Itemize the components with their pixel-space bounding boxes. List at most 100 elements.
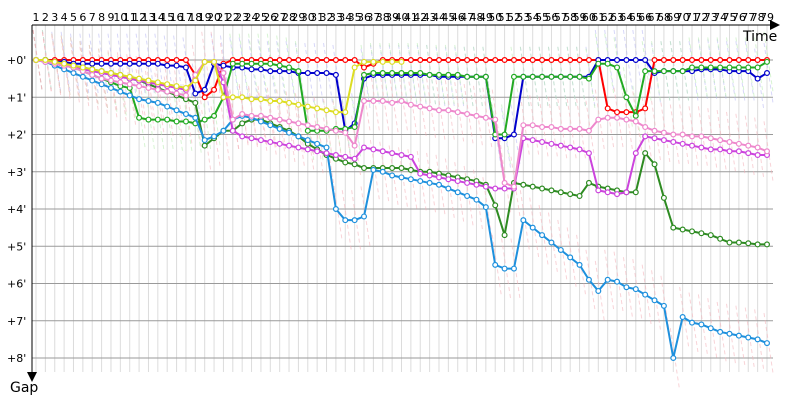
data-point: [763, 70, 770, 77]
data-point: [501, 265, 508, 272]
data-point: [464, 192, 471, 199]
data-point: [370, 58, 377, 65]
data-point: [595, 60, 602, 67]
data-point: [576, 125, 583, 132]
data-point: [70, 70, 77, 77]
data-point: [154, 99, 161, 106]
data-point: [464, 56, 471, 63]
data-point: [754, 151, 761, 158]
data-point: [398, 151, 405, 158]
data-point: [754, 336, 761, 343]
data-point: [642, 150, 649, 157]
data-point: [323, 125, 330, 132]
data-point: [707, 146, 714, 153]
data-point: [482, 114, 489, 121]
data-point: [332, 206, 339, 213]
data-point: [201, 58, 208, 65]
data-point: [370, 146, 377, 153]
data-point: [642, 105, 649, 112]
data-point: [623, 109, 630, 116]
data-point: [614, 56, 621, 63]
data-point: [267, 68, 274, 75]
data-point: [417, 56, 424, 63]
data-point: [154, 79, 161, 86]
data-point: [492, 56, 499, 63]
data-point: [670, 68, 677, 75]
data-point: [220, 62, 227, 69]
data-point: [201, 94, 208, 101]
y-tick-label: +8': [7, 352, 26, 365]
data-point: [735, 148, 742, 155]
data-point: [660, 302, 667, 309]
data-point: [501, 179, 508, 186]
data-point: [117, 71, 124, 78]
data-point: [164, 62, 171, 69]
data-point: [145, 60, 152, 67]
x-tick-label: 4: [61, 11, 68, 24]
y-tick-label: +5': [7, 240, 26, 253]
data-point: [567, 144, 574, 151]
data-point: [632, 118, 639, 125]
data-point: [707, 135, 714, 142]
data-point: [379, 58, 386, 65]
data-point: [510, 183, 517, 190]
data-point: [257, 137, 264, 144]
data-point: [229, 94, 236, 101]
data-point: [89, 60, 96, 67]
data-point: [567, 254, 574, 261]
data-point: [445, 176, 452, 183]
data-point: [276, 68, 283, 75]
data-point: [417, 70, 424, 77]
data-point: [70, 62, 77, 69]
data-point: [642, 68, 649, 75]
data-point: [314, 148, 321, 155]
data-point: [407, 153, 414, 160]
data-point: [698, 56, 705, 63]
data-point: [454, 56, 461, 63]
data-point: [632, 112, 639, 119]
data-point: [726, 239, 733, 246]
data-point: [126, 73, 133, 80]
data-point: [295, 144, 302, 151]
x-tick-label: 3: [51, 11, 58, 24]
data-point: [407, 166, 414, 173]
data-point: [763, 340, 770, 347]
data-point: [492, 261, 499, 268]
data-point: [689, 64, 696, 71]
data-point: [445, 71, 452, 78]
data-point: [473, 112, 480, 119]
data-point: [614, 191, 621, 198]
data-point: [464, 73, 471, 80]
data-point: [660, 137, 667, 144]
data-point: [267, 114, 274, 121]
data-point: [361, 58, 368, 65]
data-point: [267, 60, 274, 67]
data-point: [201, 137, 208, 144]
data-point: [248, 112, 255, 119]
data-point: [98, 75, 105, 82]
data-point: [548, 124, 555, 131]
data-point: [548, 56, 555, 63]
data-point: [276, 56, 283, 63]
y-tick-label: +3': [7, 166, 26, 179]
data-point: [426, 71, 433, 78]
data-point: [379, 148, 386, 155]
data-point: [745, 150, 752, 157]
data-point: [89, 66, 96, 73]
data-point: [154, 60, 161, 67]
data-point: [304, 70, 311, 77]
y-tick-label: +4': [7, 203, 26, 216]
data-point: [323, 150, 330, 157]
data-point: [126, 81, 133, 88]
data-point: [211, 86, 218, 93]
data-point: [407, 70, 414, 77]
data-point: [164, 88, 171, 95]
data-point: [679, 140, 686, 147]
data-point: [445, 107, 452, 114]
data-point: [229, 127, 236, 134]
data-point: [604, 276, 611, 283]
data-point: [239, 94, 246, 101]
data-point: [642, 291, 649, 298]
data-point: [136, 114, 143, 121]
data-point: [642, 56, 649, 63]
